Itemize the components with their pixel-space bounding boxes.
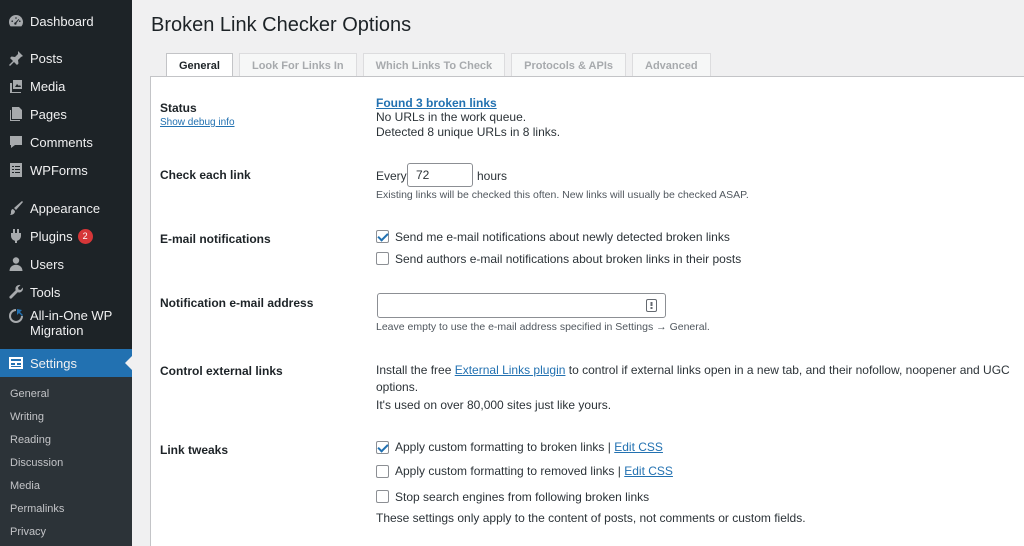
external-links-text-before: Install the free	[376, 363, 455, 377]
notification-email-input[interactable]	[377, 293, 666, 318]
menu-item-settings[interactable]: Settings	[0, 349, 132, 377]
menu-label-dashboard: Dashboard	[30, 13, 94, 29]
menu-item-posts[interactable]: Posts	[0, 45, 132, 71]
link-tweaks-label: Link tweaks	[160, 443, 229, 457]
menu-label-wpforms: WPForms	[30, 162, 88, 178]
settings-submenu: General Writing Reading Discussion Media…	[0, 377, 132, 546]
email-notifications-label: E-mail notifications	[160, 232, 271, 246]
external-links-plugin-link[interactable]: External Links plugin	[455, 363, 566, 377]
check-interval-hours-input[interactable]	[407, 163, 473, 187]
format-removed-links-checkbox[interactable]	[376, 465, 389, 478]
admin-sidebar: Dashboard Posts Media Pages Comments WPF…	[0, 0, 132, 546]
check-each-link-label: Check each link	[160, 168, 251, 182]
page-title: Broken Link Checker Options	[151, 14, 412, 36]
nofollow-broken-links-checkbox[interactable]	[376, 490, 389, 503]
menu-item-wpforms[interactable]: WPForms	[0, 157, 132, 183]
menu-label-settings: Settings	[30, 355, 77, 371]
menu-item-pages[interactable]: Pages	[0, 101, 132, 127]
dashboard-icon	[8, 13, 24, 29]
user-icon	[8, 256, 24, 272]
menu-label-users: Users	[30, 256, 64, 272]
external-links-text-after: to control if external links open in a n…	[565, 363, 1010, 377]
menu-label-comments: Comments	[30, 134, 93, 150]
menu-item-plugins[interactable]: Plugins 2	[0, 223, 132, 249]
menu-item-appearance[interactable]: Appearance	[0, 195, 132, 221]
nofollow-broken-links-label: Stop search engines from following broke…	[395, 490, 650, 504]
tab-protocols-apis[interactable]: Protocols & APIs	[511, 53, 627, 77]
notification-email-description: Leave empty to use the e-mail address sp…	[376, 321, 710, 333]
menu-item-all-in-one-wp-migration[interactable]: All-in-One WP Migration	[0, 307, 132, 341]
pushpin-icon	[8, 50, 24, 66]
plugins-update-badge: 2	[77, 228, 93, 244]
comment-icon	[8, 134, 24, 150]
menu-label-aiowpm: All-in-One WP Migration	[30, 308, 112, 338]
separator: |	[617, 464, 621, 478]
separator: |	[607, 440, 611, 454]
edit-broken-css-link[interactable]: Edit CSS	[614, 440, 663, 454]
link-tweaks-description: These settings only apply to the content…	[376, 511, 806, 525]
edit-removed-css-link[interactable]: Edit CSS	[624, 464, 673, 478]
notify-me-checkbox[interactable]	[376, 230, 389, 243]
external-links-usage-text: It's used on over 80,000 sites just like…	[376, 398, 612, 412]
main-content: Broken Link Checker Options General Look…	[132, 0, 1024, 546]
pages-icon	[8, 106, 24, 122]
control-external-links-label: Control external links	[160, 364, 283, 378]
found-broken-links-link[interactable]: Found 3 broken links	[376, 96, 497, 110]
submenu-item-writing[interactable]: Writing	[10, 411, 44, 423]
submenu-item-media[interactable]: Media	[10, 480, 40, 492]
show-debug-info-link[interactable]: Show debug info	[160, 117, 235, 128]
notification-email-label: Notification e-mail address	[160, 296, 314, 310]
work-queue-text: No URLs in the work queue.	[376, 110, 527, 124]
submenu-item-general[interactable]: General	[10, 388, 49, 400]
menu-item-media[interactable]: Media	[0, 73, 132, 99]
menu-item-tools[interactable]: Tools	[0, 279, 132, 305]
format-broken-links-checkbox[interactable]	[376, 441, 389, 454]
menu-label-pages: Pages	[30, 106, 67, 122]
plugin-icon	[8, 228, 24, 244]
menu-label-aiowpm-line1: All-in-One WP	[30, 308, 113, 323]
menu-label-posts: Posts	[30, 50, 63, 66]
submenu-item-discussion[interactable]: Discussion	[10, 457, 63, 469]
password-manager-icon[interactable]	[646, 299, 657, 312]
check-interval-description: Existing links will be checked this ofte…	[376, 189, 749, 201]
check-hours-suffix: hours	[477, 169, 508, 183]
tab-advanced[interactable]: Advanced	[632, 53, 711, 77]
form-icon	[8, 162, 24, 178]
wrench-icon	[8, 284, 24, 300]
menu-label-tools: Tools	[30, 284, 61, 300]
detected-urls-text: Detected 8 unique URLs in 8 links.	[376, 125, 561, 139]
migration-icon	[8, 308, 24, 324]
paintbrush-icon	[8, 200, 24, 216]
format-removed-links-label: Apply custom formatting to removed links	[395, 464, 615, 478]
menu-label-aiowpm-line2: Migration	[30, 323, 84, 338]
menu-item-users[interactable]: Users	[0, 251, 132, 277]
menu-label-plugins: Plugins	[30, 228, 73, 244]
submenu-item-permalinks[interactable]: Permalinks	[10, 503, 64, 515]
tab-general[interactable]: General	[166, 53, 233, 77]
menu-item-comments[interactable]: Comments	[0, 129, 132, 155]
format-removed-links-row: Apply custom formatting to removed links…	[395, 464, 673, 478]
notify-me-label: Send me e-mail notifications about newly…	[395, 230, 730, 244]
settings-tabs: General Look For Links In Which Links To…	[166, 53, 717, 77]
settings-icon	[8, 355, 24, 371]
active-menu-arrow	[125, 356, 132, 370]
notify-authors-checkbox[interactable]	[376, 252, 389, 265]
menu-label-media: Media	[30, 78, 66, 94]
tab-look-for-links-in[interactable]: Look For Links In	[238, 53, 357, 77]
format-broken-links-row: Apply custom formatting to broken links …	[395, 440, 663, 454]
menu-item-dashboard[interactable]: Dashboard	[0, 8, 132, 34]
submenu-item-privacy[interactable]: Privacy	[10, 526, 46, 538]
tab-which-links-to-check[interactable]: Which Links To Check	[362, 53, 506, 77]
external-links-text: Install the free External Links plugin t…	[376, 363, 1010, 377]
check-every-prefix: Every	[376, 169, 407, 183]
media-icon	[8, 78, 24, 94]
menu-label-appearance: Appearance	[30, 200, 101, 216]
external-links-text-line2: options.	[376, 380, 419, 394]
submenu-item-reading[interactable]: Reading	[10, 434, 51, 446]
notify-authors-label: Send authors e-mail notifications about …	[395, 252, 742, 266]
format-broken-links-label: Apply custom formatting to broken links	[395, 440, 605, 454]
status-label: Status	[160, 101, 197, 115]
